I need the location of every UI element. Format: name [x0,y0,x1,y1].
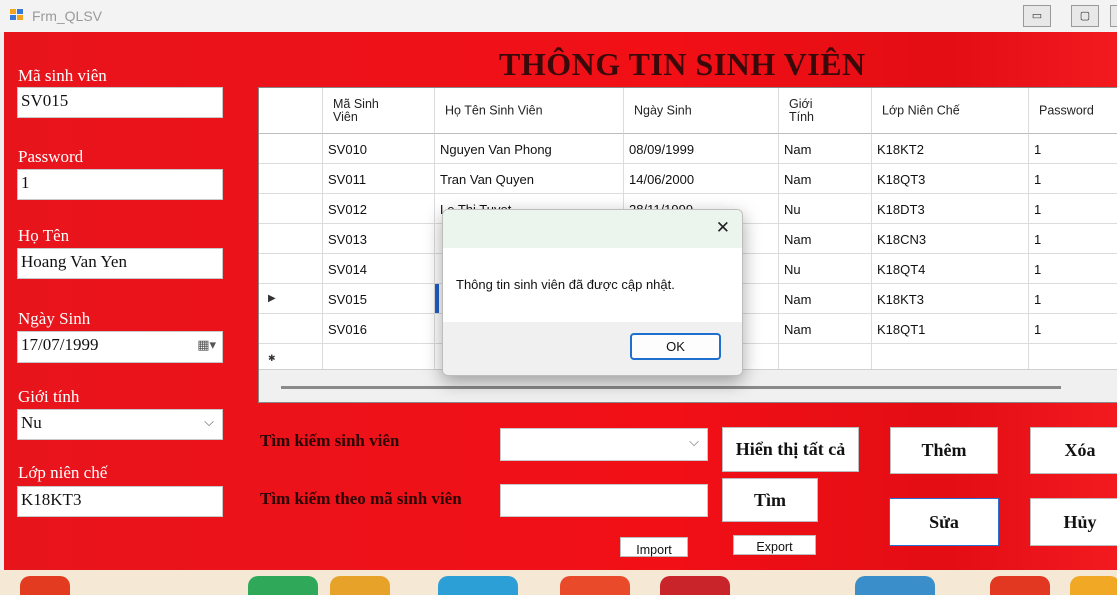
dialog-close-icon[interactable]: ✕ [716,218,730,238]
search-label: Tìm kiếm sinh viên [260,431,400,450]
grid-header-ho-ten[interactable]: Họ Tên Sinh Viên [435,88,624,134]
ho-ten-label: Họ Tên [18,226,70,245]
app-icon [10,9,24,21]
table-cell[interactable]: SV012 [323,194,435,224]
chevron-down-icon: ⌵ [204,415,214,430]
lop-input[interactable]: K18KT3 [17,486,223,517]
calendar-icon[interactable]: ▦▾ [197,338,216,353]
grid-header-ngay-sinh[interactable]: Ngày Sinh [624,88,779,134]
gioi-tinh-select[interactable]: Nu ⌵ [17,409,223,440]
show-all-button[interactable]: Hiển thị tất cả [722,427,859,472]
gioi-tinh-value: Nu [21,413,42,432]
search-by-id-label: Tìm kiếm theo mã sinh viên [260,489,462,508]
grid-header-lop[interactable]: Lớp Niên Chế [872,88,1029,134]
table-cell[interactable]: K18QT4 [872,254,1029,284]
table-cell[interactable]: SV013 [323,224,435,254]
ma-sv-label: Mã sinh viên [18,66,107,85]
ok-button[interactable]: OK [630,333,721,360]
chevron-down-icon: ⌵ [689,435,699,450]
dialog-message: Thông tin sinh viên đã được cập nhật. [456,277,675,292]
table-cell[interactable]: SV010 [323,134,435,164]
table-cell[interactable]: 1 [1029,134,1117,164]
edit-button[interactable]: Sửa [889,498,999,546]
table-cell[interactable]: Nam [779,164,872,194]
table-cell[interactable]: K18QT1 [872,314,1029,344]
close-button[interactable] [1110,5,1117,27]
table-cell[interactable]: SV011 [323,164,435,194]
table-cell[interactable]: SV014 [323,254,435,284]
grid-hscroll-thumb[interactable] [281,386,1061,389]
row-header[interactable]: ▶ [259,284,323,314]
table-cell[interactable]: Nu [779,194,872,224]
table-cell[interactable]: 1 [1029,314,1117,344]
table-cell[interactable]: K18KT3 [872,284,1029,314]
table-cell[interactable]: Tran Van Quyen [435,164,624,194]
table-cell[interactable]: SV016 [323,314,435,344]
table-cell[interactable]: Nu [779,254,872,284]
grid-header-ma-sv[interactable]: Mã Sinh Viên [323,88,435,134]
table-cell[interactable]: SV015 [323,284,435,314]
table-cell[interactable]: 1 [1029,254,1117,284]
grid-header-gioi-tinh[interactable]: Giới Tính [779,88,872,134]
table-cell[interactable]: Nam [779,314,872,344]
password-input[interactable]: 1 [17,169,223,200]
grid-corner-header [259,88,323,134]
window-title: Frm_QLSV [32,8,103,24]
table-cell[interactable]: 1 [1029,284,1117,314]
window-titlebar: Frm_QLSV ▭ ▢ [0,0,1117,32]
table-cell[interactable]: Nguyen Van Phong [435,134,624,164]
table-cell[interactable]: 1 [1029,224,1117,254]
grid-header-password[interactable]: Password [1029,88,1117,134]
message-dialog: ✕ Thông tin sinh viên đã được cập nhật. … [442,209,743,376]
ngay-sinh-label: Ngày Sinh [18,309,91,328]
table-cell[interactable]: K18QT3 [872,164,1029,194]
table-cell[interactable]: 1 [1029,194,1117,224]
row-header[interactable] [259,314,323,344]
current-row-indicator-icon: ▶ [268,293,276,304]
row-header[interactable] [259,164,323,194]
cancel-button[interactable]: Hủy [1030,498,1117,546]
table-cell[interactable]: K18DT3 [872,194,1029,224]
search-id-input[interactable] [500,484,708,517]
page-title: THÔNG TIN SINH VIÊN [499,46,866,82]
table-cell[interactable]: Nam [779,224,872,254]
search-combobox[interactable]: ⌵ [500,428,708,461]
table-cell[interactable]: 14/06/2000 [624,164,779,194]
add-button[interactable]: Thêm [890,427,998,474]
table-cell[interactable]: Nam [779,284,872,314]
minimize-button[interactable]: ▭ [1023,5,1051,27]
ngay-sinh-datepicker[interactable]: 17/07/1999 ▦▾ [17,331,223,363]
password-label: Password [18,147,84,166]
export-button[interactable]: Export [733,535,816,555]
maximize-button[interactable]: ▢ [1071,5,1099,27]
find-button[interactable]: Tìm [722,478,818,522]
ho-ten-input[interactable]: Hoang Van Yen [17,248,223,279]
table-cell[interactable]: K18CN3 [872,224,1029,254]
table-cell[interactable]: Nam [779,134,872,164]
new-row-icon: ✱ [268,353,276,363]
row-header[interactable] [259,224,323,254]
lop-label: Lớp niên chế [18,463,108,482]
dialog-footer: OK [443,322,742,375]
table-cell[interactable]: 08/09/1999 [624,134,779,164]
table-cell[interactable]: K18KT2 [872,134,1029,164]
gioi-tinh-label: Giới tính [18,387,80,406]
ngay-sinh-value: 17/07/1999 [21,335,99,354]
delete-button[interactable]: Xóa [1030,427,1117,474]
dialog-titlebar: ✕ [443,210,742,248]
row-header[interactable] [259,194,323,224]
table-cell[interactable]: 1 [1029,164,1117,194]
background-decoration [0,570,1117,595]
row-header[interactable] [259,134,323,164]
row-header[interactable] [259,254,323,284]
ma-sv-input[interactable]: SV015 [17,87,223,118]
import-button[interactable]: Import [620,537,688,557]
